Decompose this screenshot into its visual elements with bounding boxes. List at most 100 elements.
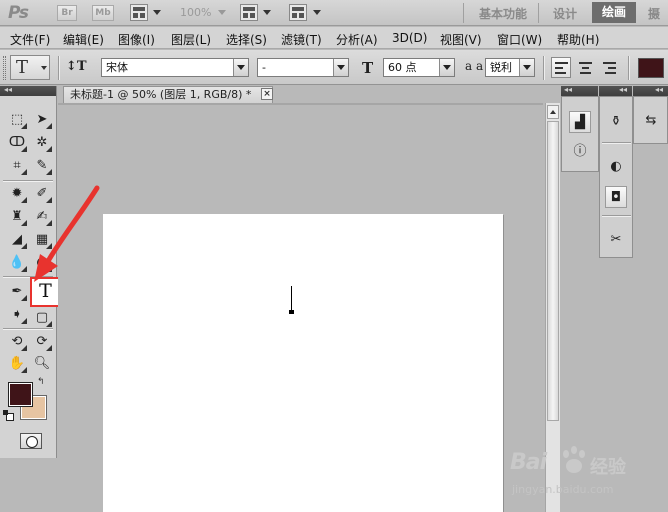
panel-dock-header-mid[interactable]: ◂◂ <box>599 85 632 96</box>
mini-bridge-button[interactable]: Mb <box>92 5 114 21</box>
font-style-select[interactable]: - <box>257 58 349 77</box>
menu-layer[interactable]: 图层(L) <box>171 31 211 48</box>
document-canvas[interactable] <box>103 214 503 512</box>
pen-tool-icon[interactable]: ✒ <box>7 282 27 302</box>
eyedropper-tool-icon[interactable]: ✎ <box>32 156 52 176</box>
workspace-design[interactable]: 设计 <box>553 5 577 22</box>
document-tab-title: 未标题-1 @ 50% (图层 1, RGB/8) * <box>70 88 252 101</box>
foreground-color-swatch[interactable] <box>8 382 33 407</box>
menu-window[interactable]: 窗口(W) <box>497 31 542 48</box>
info-panel-icon[interactable]: ⓘ <box>569 141 591 163</box>
options-bar-grip[interactable] <box>3 56 6 80</box>
dodge-tool-icon[interactable]: ● <box>32 253 52 273</box>
shape-tool-icon[interactable]: ▢ <box>32 308 52 328</box>
color-panel-icon[interactable]: ◐ <box>605 156 627 178</box>
font-size-select[interactable]: 60 点 <box>383 58 455 77</box>
font-size-dropdown-icon[interactable] <box>439 59 454 76</box>
workspace-photography[interactable]: 摄 <box>648 5 660 22</box>
text-orientation-icon[interactable]: ↕T <box>66 59 87 74</box>
workspace-painting[interactable]: 绘画 <box>592 2 636 23</box>
collapse-icon[interactable]: ◂◂ <box>655 85 663 94</box>
scrollbar-thumb[interactable] <box>547 121 559 421</box>
workspace-separator <box>463 3 464 23</box>
options-separator <box>628 56 629 80</box>
document-tab[interactable]: 未标题-1 @ 50% (图层 1, RGB/8) * <box>63 86 273 103</box>
arrange-dropdown-icon[interactable] <box>263 10 271 15</box>
type-tool-button[interactable]: T <box>30 277 61 307</box>
eraser-tool-icon[interactable]: ◢ <box>7 230 27 250</box>
panel-dock-column-3: ⇆ <box>633 96 668 144</box>
align-center-button[interactable] <box>575 57 595 78</box>
tool-preset-picker[interactable]: T <box>10 55 50 80</box>
zoom-level[interactable]: 100% <box>180 6 211 19</box>
menu-help[interactable]: 帮助(H) <box>557 31 599 48</box>
gradient-tool-icon[interactable]: ▦ <box>32 230 52 250</box>
zoom-dropdown-icon[interactable] <box>218 10 226 15</box>
history-brush-tool-icon[interactable]: ✍ <box>32 207 52 227</box>
menu-analysis[interactable]: 分析(A) <box>336 31 378 48</box>
brush-tool-icon[interactable]: ✐ <box>32 184 52 204</box>
bridge-button[interactable]: Br <box>57 5 77 21</box>
healing-brush-tool-icon[interactable]: ✹ <box>7 184 27 204</box>
crop-tool-icon[interactable]: ⌗ <box>7 156 27 176</box>
hand-tool-icon[interactable]: ✋ <box>7 354 27 374</box>
panel-separator <box>602 215 631 216</box>
menu-view[interactable]: 视图(V) <box>440 31 482 48</box>
view-extras-button[interactable] <box>130 4 148 21</box>
marquee-tool-icon[interactable]: ⬚ <box>7 110 27 130</box>
tool-presets-panel-icon[interactable]: ✂ <box>605 229 627 251</box>
align-right-icon <box>603 62 616 74</box>
font-family-select[interactable]: 宋体 <box>101 58 249 77</box>
menu-3d[interactable]: 3D(D) <box>392 31 427 45</box>
zoom-tool-icon[interactable]: 🔍︎ <box>32 354 52 374</box>
font-family-dropdown-icon[interactable] <box>233 59 248 76</box>
document-close-button[interactable]: × <box>261 88 273 100</box>
default-colors-icon[interactable] <box>3 410 14 421</box>
menu-file[interactable]: 文件(F) <box>10 31 50 48</box>
camera-panel-icon[interactable]: ◘ <box>605 186 627 208</box>
antialias-icon: a a <box>465 59 484 73</box>
menu-edit[interactable]: 编辑(E) <box>63 31 104 48</box>
options-separator <box>543 56 544 80</box>
menu-select[interactable]: 选择(S) <box>226 31 267 48</box>
view-extras-dropdown-icon[interactable] <box>153 10 161 15</box>
history-panel-icon[interactable]: ⇆ <box>640 110 662 132</box>
panel-separator <box>602 142 631 143</box>
arrange-documents-button[interactable] <box>240 4 258 21</box>
workspace-separator <box>538 3 539 23</box>
menu-filter[interactable]: 滤镜(T) <box>281 31 322 48</box>
menu-image[interactable]: 图像(I) <box>118 31 155 48</box>
3d-rotate-tool-icon[interactable]: ⟲ <box>7 332 27 352</box>
font-style-dropdown-icon[interactable] <box>333 59 348 76</box>
quick-mask-button[interactable] <box>20 433 42 449</box>
blur-tool-icon[interactable]: 💧 <box>7 253 27 273</box>
panel-dock-header-right[interactable]: ◂◂ <box>633 85 668 96</box>
align-left-icon <box>555 62 568 74</box>
collapse-icon[interactable]: ◂◂ <box>564 85 572 94</box>
3d-orbit-tool-icon[interactable]: ⟳ <box>32 332 52 352</box>
align-left-button[interactable] <box>551 57 571 78</box>
screen-mode-button[interactable] <box>289 4 307 21</box>
tools-panel-header[interactable]: ◂◂ <box>0 85 56 96</box>
swap-colors-icon[interactable]: ↰ <box>37 377 45 387</box>
path-selection-tool-icon[interactable]: ➧ <box>7 305 27 325</box>
antialias-dropdown-icon[interactable] <box>519 59 534 76</box>
align-right-button[interactable] <box>599 57 619 78</box>
move-tool-icon[interactable]: ➤ <box>32 110 52 130</box>
panel-dock-header-left[interactable]: ◂◂ <box>561 85 598 96</box>
type-tool-icon: T <box>16 57 29 78</box>
histogram-panel-icon[interactable]: ▟ <box>569 111 591 133</box>
brush-presets-panel-icon[interactable]: ⚱ <box>605 111 627 133</box>
clone-stamp-tool-icon[interactable]: ♜ <box>7 207 27 227</box>
antialias-select[interactable]: 锐利 <box>485 58 535 77</box>
scroll-up-button[interactable] <box>547 105 559 119</box>
magic-wand-tool-icon[interactable]: ✲ <box>32 133 52 153</box>
text-color-swatch[interactable] <box>638 58 664 78</box>
workspace-essentials[interactable]: 基本功能 <box>479 5 527 22</box>
screen-mode-dropdown-icon[interactable] <box>313 10 321 15</box>
application-bar: Ps Br Mb 100% 基本功能 设计 绘画 摄 <box>0 0 668 26</box>
tools-panel: ◂◂ ⬚ ➤ ↀ ✲ ⌗ ✎ ✹ ✐ ♜ ✍ ◢ ▦ 💧 ● ✒ T ➧ ▢ ⟲… <box>0 85 61 458</box>
collapse-icon[interactable]: ◂◂ <box>619 85 627 94</box>
collapse-icon[interactable]: ◂◂ <box>4 85 12 94</box>
lasso-tool-icon[interactable]: ↀ <box>7 133 27 153</box>
